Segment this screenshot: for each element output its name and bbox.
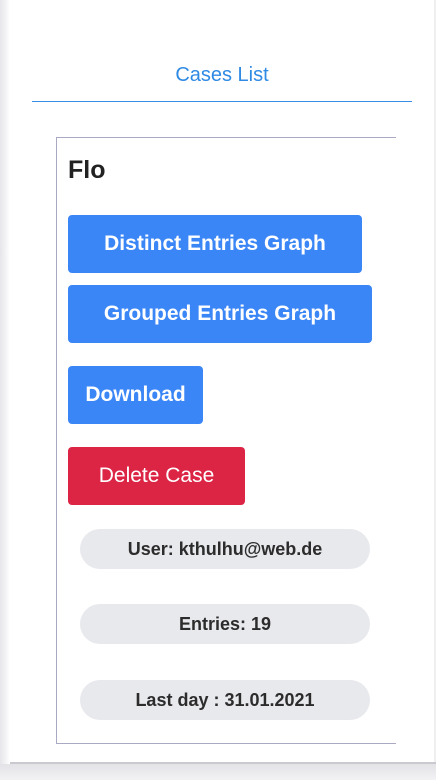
app-frame: Cases List Flo Distinct Entries Graph Gr… [0, 0, 436, 780]
case-title: Flo [68, 156, 106, 184]
last-day-badge: Last day : 31.01.2021 [80, 680, 370, 720]
window-left-edge [0, 0, 10, 780]
download-button[interactable]: Download [68, 366, 203, 424]
distinct-entries-graph-button[interactable]: Distinct Entries Graph [68, 215, 362, 273]
window-bottom-shadow [0, 764, 436, 780]
tab-cases-list-label: Cases List [175, 64, 269, 86]
grouped-entries-graph-button[interactable]: Grouped Entries Graph [68, 285, 372, 343]
delete-case-button[interactable]: Delete Case [68, 447, 245, 505]
user-badge: User: kthulhu@web.de [80, 529, 370, 569]
tab-cases-list[interactable]: Cases List [32, 60, 412, 102]
entries-badge: Entries: 19 [80, 604, 370, 644]
